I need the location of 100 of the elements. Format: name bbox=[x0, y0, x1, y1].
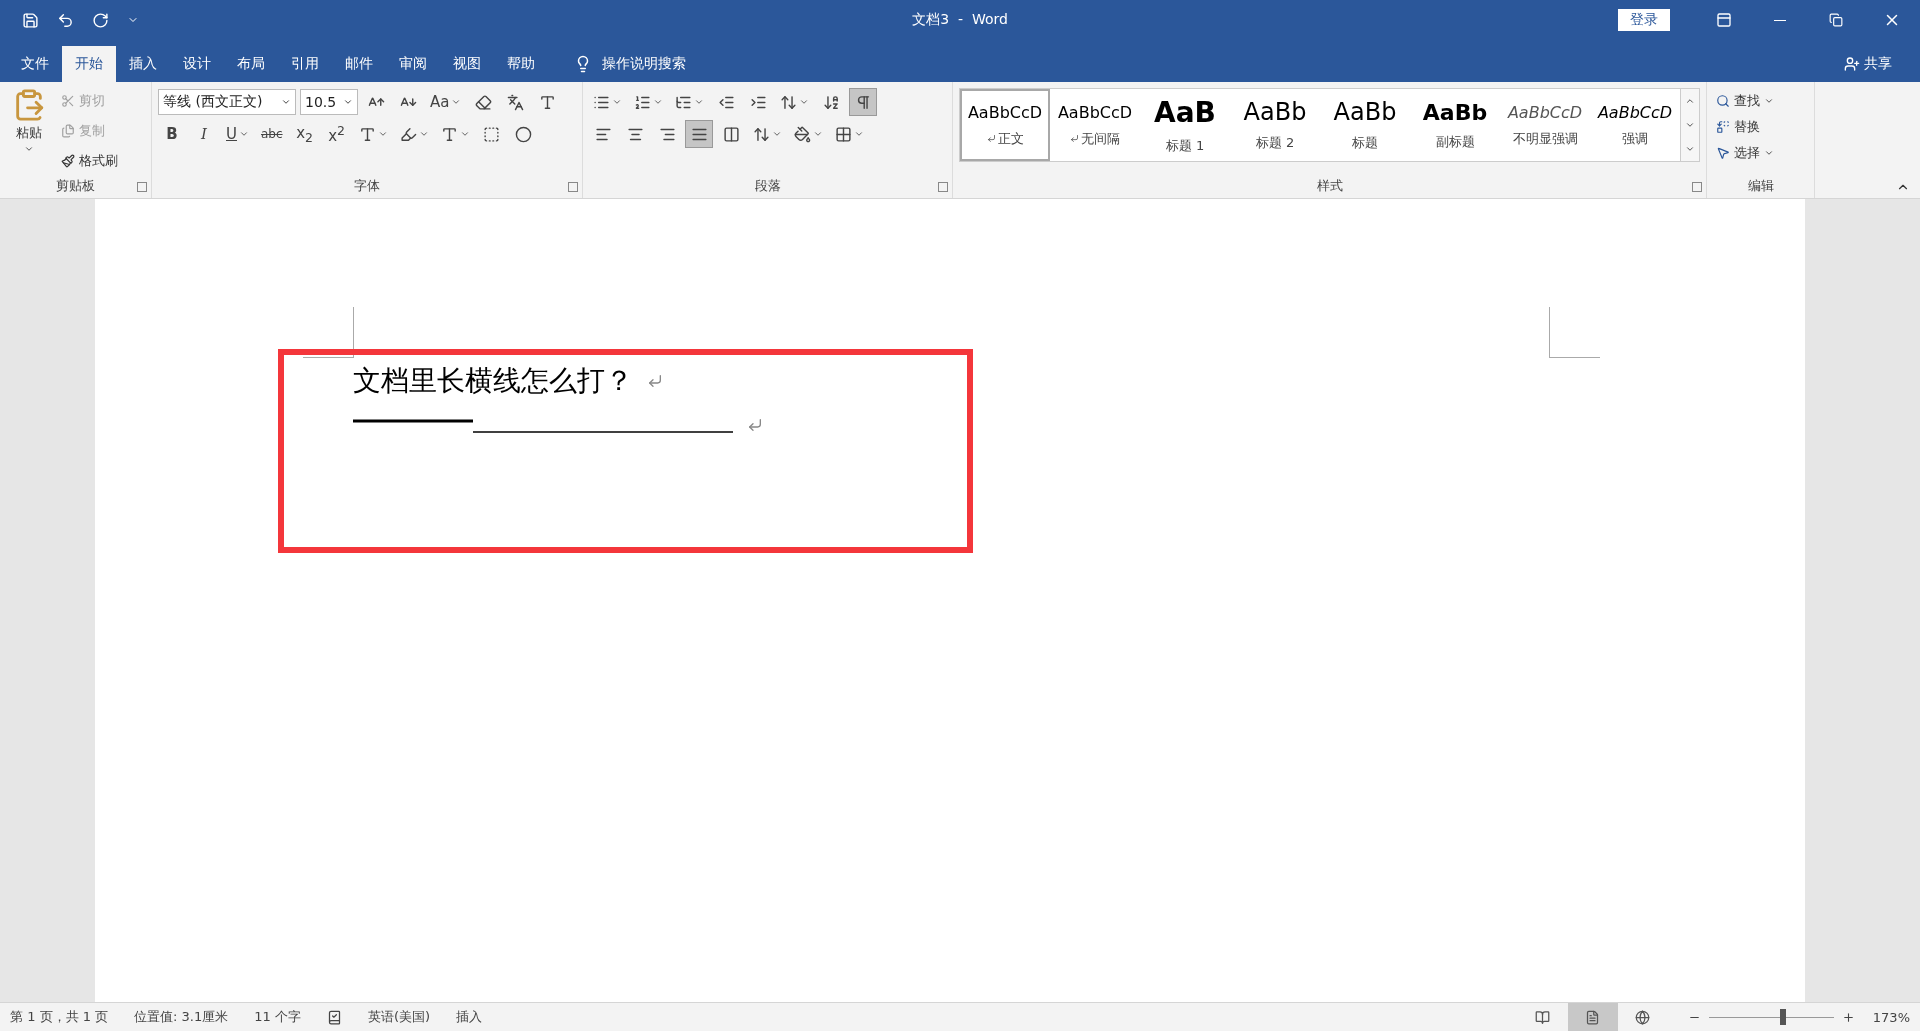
align-button[interactable] bbox=[685, 120, 713, 148]
highlighter-icon bbox=[399, 125, 417, 143]
format-button[interactable]: abc bbox=[257, 120, 287, 148]
distributed-align-icon bbox=[722, 125, 740, 143]
style-label: 强调 bbox=[1622, 129, 1648, 148]
page-icon bbox=[1585, 1009, 1601, 1025]
format-button[interactable]: I bbox=[190, 120, 218, 148]
redo-icon[interactable] bbox=[92, 11, 109, 29]
arrows-icon bbox=[780, 93, 797, 111]
caret-icon bbox=[799, 97, 809, 107]
ribbon-tab[interactable]: 邮件 bbox=[332, 46, 386, 82]
line-spacing-icon bbox=[753, 125, 770, 143]
paint-bucket-icon bbox=[794, 125, 811, 143]
window-icon bbox=[1716, 12, 1732, 28]
caret-icon bbox=[612, 97, 622, 107]
sort-icon bbox=[822, 93, 840, 111]
paste-button[interactable]: 粘贴 bbox=[6, 88, 52, 176]
dialog-launcher-icon[interactable] bbox=[137, 182, 147, 192]
format-button[interactable]: B bbox=[158, 120, 186, 148]
caret-icon bbox=[281, 97, 291, 107]
status-text: 位置值: 3.1厘米 bbox=[134, 1008, 229, 1026]
save-icon[interactable] bbox=[22, 11, 39, 29]
search-icon bbox=[1716, 94, 1730, 108]
font-name-field[interactable]: 等线 (西文正文) bbox=[158, 89, 296, 115]
ribbon-tab[interactable]: 文件 bbox=[8, 46, 62, 82]
caret-icon bbox=[813, 129, 823, 139]
circle-icon bbox=[515, 125, 533, 143]
status-text: 插入 bbox=[456, 1008, 483, 1026]
replace-icon bbox=[1716, 120, 1730, 134]
letter-icon bbox=[358, 125, 376, 143]
style-label: 标题 2 bbox=[1255, 134, 1295, 152]
scissors-icon bbox=[61, 94, 75, 108]
style-item[interactable]: AaBbCcD 正文 bbox=[960, 89, 1050, 161]
margin-corner-mark bbox=[303, 307, 354, 358]
scroll-up-icon[interactable] bbox=[1685, 96, 1695, 106]
window-title: 文档3 - Word bbox=[912, 11, 1008, 29]
ribbon-tab[interactable]: 帮助 bbox=[494, 46, 548, 82]
ribbon-tab[interactable]: 开始 bbox=[62, 46, 116, 82]
format-button[interactable]: x$_{2}$ bbox=[290, 120, 319, 148]
caret-icon bbox=[24, 144, 34, 154]
caret-icon bbox=[694, 97, 704, 107]
more-icon[interactable] bbox=[1685, 144, 1695, 154]
dialog-launcher-icon[interactable] bbox=[938, 182, 948, 192]
eraser-icon bbox=[474, 93, 492, 111]
group-label: 样式 bbox=[1316, 177, 1343, 195]
status-text: 第 1 页，共 1 页 bbox=[10, 1008, 109, 1026]
dialog-launcher-icon[interactable] bbox=[1692, 182, 1702, 192]
person-icon bbox=[1844, 56, 1860, 72]
numbered-list-icon bbox=[634, 93, 651, 111]
font-size-field[interactable]: 10.5 bbox=[300, 89, 358, 115]
ribbon-tab[interactable]: 引用 bbox=[278, 46, 332, 82]
replace-button[interactable]: 替换 bbox=[1713, 114, 1777, 140]
login-button[interactable]: 登录 bbox=[1618, 9, 1670, 31]
phonetic-icon bbox=[506, 93, 524, 111]
ribbon-tab[interactable]: 设计 bbox=[170, 46, 224, 82]
globe-icon bbox=[1635, 1009, 1651, 1025]
zoom-percent: 173% bbox=[1872, 1009, 1910, 1025]
dialog-launcher-icon[interactable] bbox=[568, 182, 578, 192]
show-marks-button[interactable] bbox=[849, 88, 877, 116]
ribbon-tab[interactable]: 布局 bbox=[224, 46, 278, 82]
ribbon-tab[interactable]: 视图 bbox=[440, 46, 494, 82]
status-text: 英语(美国) bbox=[367, 1008, 431, 1026]
pointer-icon bbox=[1716, 146, 1730, 160]
change-case-button[interactable]: Aa bbox=[426, 88, 466, 116]
view-button[interactable] bbox=[1567, 1003, 1618, 1031]
style-label: 不明显强调 bbox=[1512, 129, 1578, 148]
select-button[interactable]: 选择 bbox=[1713, 140, 1777, 166]
caret-icon bbox=[451, 97, 462, 107]
tell-me-search[interactable]: 操作说明搜索 bbox=[568, 46, 692, 82]
caret-icon bbox=[418, 129, 429, 139]
zoom-slider-thumb[interactable] bbox=[1779, 1009, 1786, 1025]
share-button[interactable]: 共享 bbox=[1838, 46, 1898, 82]
undo-icon[interactable] bbox=[57, 11, 74, 29]
style-label: 正文 bbox=[997, 129, 1024, 148]
group-label: 段落 bbox=[754, 177, 781, 195]
style-label: 标题 bbox=[1352, 134, 1378, 152]
style-label: 副标题 bbox=[1435, 132, 1475, 151]
grid-icon bbox=[835, 125, 852, 143]
paragraph-mark-icon bbox=[986, 134, 996, 143]
book-icon bbox=[1535, 1009, 1551, 1025]
format-button[interactable]: U bbox=[222, 120, 253, 148]
body-text: 文档里长横线怎么打？ bbox=[353, 363, 633, 399]
copy-icon bbox=[61, 124, 75, 138]
painter-button[interactable]: 格式刷 bbox=[58, 148, 121, 174]
ribbon-tab[interactable]: 审阅 bbox=[386, 46, 440, 82]
margin-corner-mark bbox=[1549, 307, 1600, 358]
ribbon-tab[interactable]: 插入 bbox=[116, 46, 170, 82]
format-button[interactable]: x$^{2}$ bbox=[322, 120, 351, 148]
group-label: 编辑 bbox=[1747, 177, 1774, 195]
caret-icon bbox=[653, 97, 663, 107]
caret-icon bbox=[854, 129, 864, 139]
find-button[interactable]: 查找 bbox=[1713, 88, 1777, 114]
paragraph-mark-icon bbox=[647, 373, 663, 389]
zoom-in-icon[interactable] bbox=[1841, 1010, 1855, 1024]
scroll-down-icon[interactable] bbox=[1685, 120, 1695, 130]
paintbrush-icon bbox=[61, 154, 75, 168]
proofing-icon[interactable] bbox=[326, 1009, 342, 1025]
style-label: 无间隔 bbox=[1081, 129, 1120, 148]
letter-icon bbox=[440, 125, 458, 143]
minimize-icon bbox=[1774, 19, 1786, 21]
